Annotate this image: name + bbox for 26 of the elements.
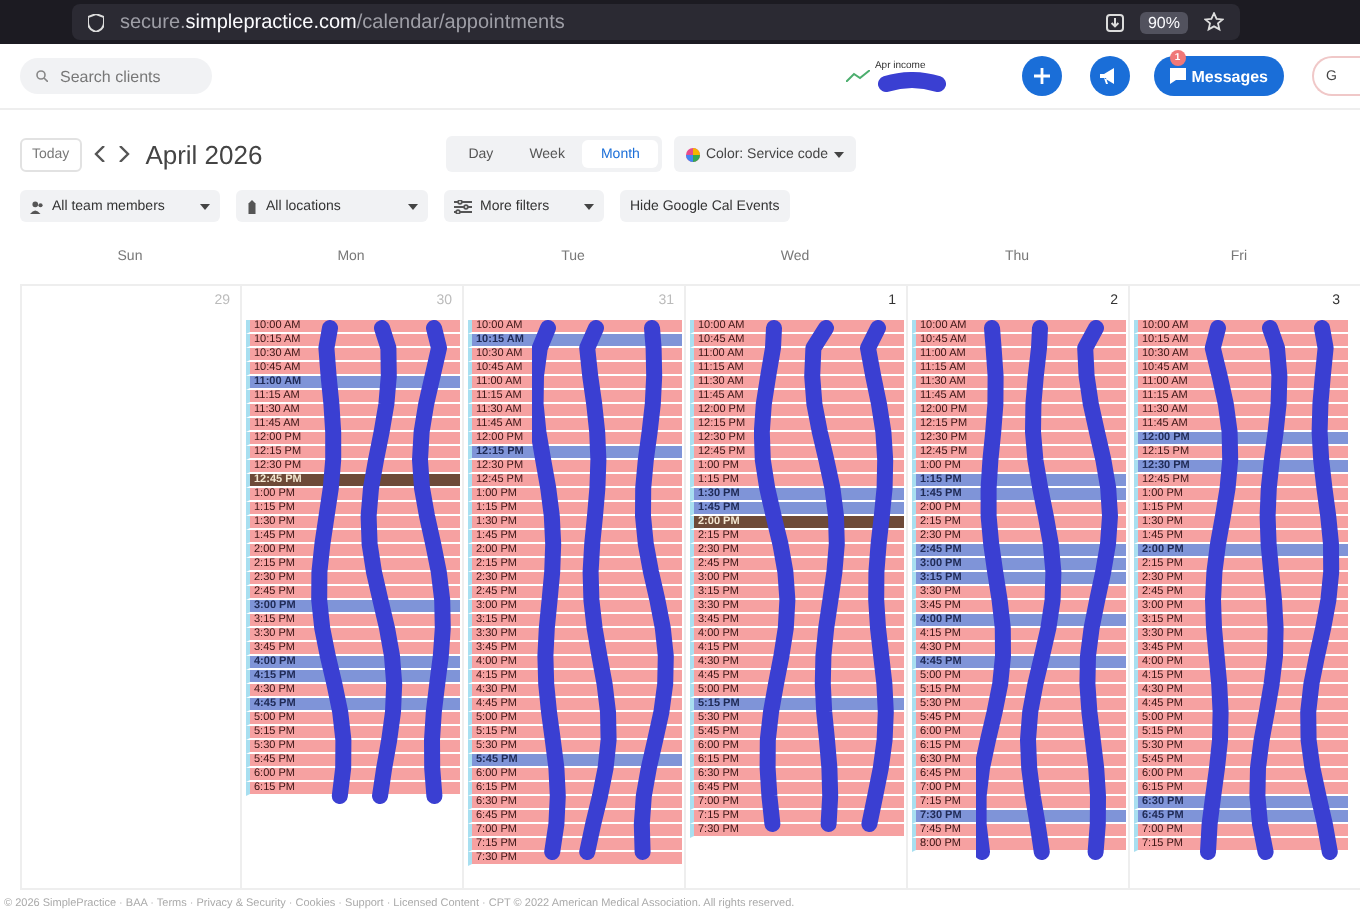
caret-icon	[200, 203, 210, 209]
search-field[interactable]: Search clients	[20, 58, 212, 94]
scribble-drawing	[877, 72, 946, 96]
trend-line-icon	[846, 70, 871, 82]
building-icon	[246, 199, 258, 213]
search-input[interactable]: Search clients	[60, 67, 192, 85]
announcement-button[interactable]	[1089, 56, 1130, 96]
previous-button[interactable]	[93, 146, 106, 162]
shield-icon	[88, 13, 104, 31]
zoom-level[interactable]: 90%	[1139, 11, 1188, 33]
add-button[interactable]	[1021, 56, 1062, 96]
star-icon[interactable]	[1204, 12, 1224, 32]
color-wheel-icon	[685, 147, 700, 161]
download-icon[interactable]	[1105, 13, 1124, 31]
caret-icon	[584, 203, 594, 209]
plus-icon	[1033, 68, 1050, 84]
people-icon	[30, 199, 44, 213]
sliders-icon	[454, 199, 472, 213]
search-icon	[36, 70, 48, 82]
caret-icon	[408, 203, 418, 209]
megaphone-icon	[1100, 68, 1119, 84]
address-bar[interactable]: secure.simplepractice.com/calendar/appointments 90%	[72, 4, 1240, 40]
chat-icon	[1169, 68, 1186, 84]
next-button[interactable]	[117, 146, 130, 162]
caret-icon	[834, 151, 845, 157]
month-title: April 2026	[145, 139, 263, 169]
